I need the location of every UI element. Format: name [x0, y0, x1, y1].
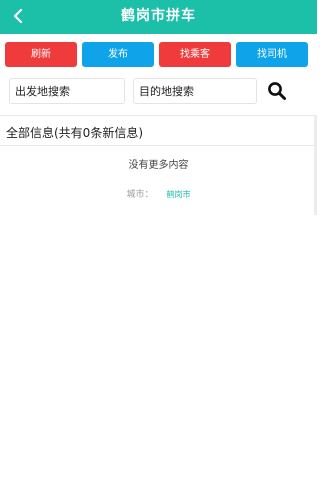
list-title: 全部信息(共有0条新信息): [6, 126, 143, 140]
destination-search-input[interactable]: [133, 78, 257, 104]
publish-button[interactable]: 发布: [82, 42, 154, 67]
refresh-button[interactable]: 刷新: [5, 42, 77, 67]
city-row: 城市： 鹤岗市: [0, 182, 317, 201]
city-label: 城市：: [126, 190, 154, 200]
app-screen: 鹤岗市拼车 刷新 发布 找乘客 找司机 全部信息(共有0条新信息) 没有更多内容…: [0, 0, 317, 497]
page-title: 鹤岗市拼车: [121, 8, 196, 24]
empty-state-text: 没有更多内容: [128, 160, 189, 171]
divider: [0, 115, 317, 116]
search-bar: [0, 78, 317, 106]
origin-search-input[interactable]: [9, 78, 125, 104]
divider: [0, 145, 317, 146]
find-driver-button[interactable]: 找司机: [236, 42, 308, 67]
action-bar: 刷新 发布 找乘客 找司机: [5, 42, 313, 67]
find-passenger-button[interactable]: 找乘客: [159, 42, 231, 67]
search-button[interactable]: [267, 81, 289, 103]
city-link[interactable]: 鹤岗市: [167, 190, 191, 199]
search-icon: [268, 82, 286, 100]
top-bar: 鹤岗市拼车: [0, 0, 317, 34]
